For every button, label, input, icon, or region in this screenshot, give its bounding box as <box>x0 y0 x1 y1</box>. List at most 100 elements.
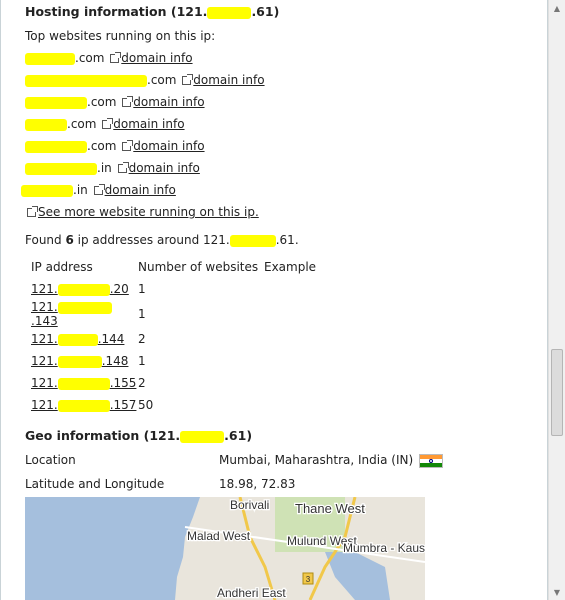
ip-link[interactable]: 121. .20 <box>31 282 129 296</box>
site-row: .in domain info <box>25 161 200 175</box>
ip-link[interactable]: 121. .144 <box>31 332 124 346</box>
redacted-highlight <box>25 140 87 153</box>
map-sea <box>25 497 200 600</box>
domain-info-link[interactable]: domain info <box>105 183 176 197</box>
redacted-highlight <box>207 6 252 19</box>
domain-info-link[interactable]: domain info <box>133 139 204 153</box>
domain-info-link[interactable]: domain info <box>113 117 184 131</box>
map-label-andheri-east: Andheri East <box>217 586 286 600</box>
domain-info-link[interactable]: domain info <box>129 161 200 175</box>
ip-link[interactable]: 121. .157 <box>31 398 136 412</box>
site-tld: .com <box>67 117 97 131</box>
map-canvas: 3 Borivali Thane West Malad West Mulund … <box>25 497 425 600</box>
redacted-highlight <box>180 430 225 443</box>
site-row: .com domain info <box>25 139 205 153</box>
hosting-title-suffix: .61) <box>251 4 280 19</box>
ip-start: 121. <box>31 354 58 368</box>
redacted-highlight <box>57 355 102 368</box>
ip-start: 121. <box>31 376 58 390</box>
site-count: 1 <box>138 354 146 368</box>
site-count: 1 <box>138 282 146 296</box>
external-link-icon[interactable] <box>117 162 129 173</box>
site-tld: .com <box>87 139 117 153</box>
map-label-malad-west: Malad West <box>187 529 251 543</box>
latlon-value: 18.98, 72.83 <box>219 477 296 491</box>
found-count: 6 <box>65 233 74 247</box>
ip-start: 121. <box>31 282 58 296</box>
site-row: .com domain info <box>25 73 265 87</box>
india-flag-icon <box>419 453 444 468</box>
external-link-icon[interactable] <box>93 184 105 195</box>
ip-link[interactable]: 121..143 <box>31 300 112 328</box>
external-link-icon[interactable] <box>110 52 122 63</box>
location-label: Location <box>25 453 76 467</box>
map-label-thane-west: Thane West <box>295 501 365 516</box>
site-row: .in domain info <box>21 183 176 197</box>
site-tld: .in <box>97 161 112 175</box>
redacted-highlight <box>25 74 147 87</box>
site-tld: .com <box>147 73 177 87</box>
vertical-scrollbar[interactable]: ▲ ▼ <box>548 0 565 600</box>
ip-end: .20 <box>109 282 129 296</box>
ip-end: .144 <box>97 332 125 346</box>
site-row: .com domain info <box>25 117 185 131</box>
scroll-up-icon[interactable]: ▲ <box>552 4 562 14</box>
external-link-icon[interactable] <box>122 96 134 107</box>
site-count: 2 <box>138 376 146 390</box>
table-header-row: IP address Number of websites Example <box>31 256 316 278</box>
ip-link[interactable]: 121. .148 <box>31 354 128 368</box>
ip-table: IP address Number of websites Example 12… <box>31 256 316 416</box>
site-row: .com domain info <box>25 95 205 109</box>
external-link-icon[interactable] <box>27 206 38 217</box>
site-row: .com domain info <box>25 51 193 65</box>
geo-map[interactable]: 3 Borivali Thane West Malad West Mulund … <box>25 497 425 600</box>
scroll-down-icon[interactable]: ▼ <box>552 588 562 598</box>
scrollbar-thumb[interactable] <box>551 349 563 436</box>
redacted-highlight <box>229 234 276 247</box>
geo-title: Geo information (121. .61) <box>25 428 252 443</box>
ip-start: 121. <box>31 300 58 314</box>
table-row: 121. .20 1 <box>31 278 316 300</box>
geo-title-suffix: .61) <box>224 428 253 443</box>
see-more-row: See more website running on this ip. <box>25 205 259 219</box>
redacted-highlight <box>57 377 110 390</box>
redacted-highlight <box>25 118 67 131</box>
ip-start: 121. <box>31 398 58 412</box>
domain-info-link[interactable]: domain info <box>193 73 264 87</box>
table-row: 121. .157 50 <box>31 394 316 416</box>
column-header: IP address <box>31 260 93 274</box>
ip-end: .155 <box>109 376 137 390</box>
site-count: 2 <box>138 332 146 346</box>
domain-info-link[interactable]: domain info <box>133 95 204 109</box>
map-label-mumbra-kausa: Mumbra - Kausa <box>343 541 425 555</box>
found-summary: Found 6 ip addresses around 121. .61. <box>25 233 299 247</box>
hosting-title-prefix: Hosting information (121. <box>25 4 208 19</box>
redacted-highlight <box>25 162 97 175</box>
location-value: Mumbai, Maharashtra, India (IN) <box>219 453 444 468</box>
table-row: 121. .144 2 <box>31 328 316 350</box>
latlon-label: Latitude and Longitude <box>25 477 165 491</box>
geo-title-prefix: Geo information (121. <box>25 428 181 443</box>
column-header: Example <box>264 260 317 274</box>
redacted-highlight <box>57 399 110 412</box>
ip-start: 121. <box>31 332 58 346</box>
see-more-link[interactable]: See more website running on this ip. <box>38 205 259 219</box>
domain-info-link[interactable]: domain info <box>121 51 192 65</box>
external-link-icon[interactable] <box>182 74 194 85</box>
found-suffix: .61. <box>275 233 299 247</box>
redacted-highlight <box>57 301 112 314</box>
ip-link[interactable]: 121. .155 <box>31 376 136 390</box>
found-mid: ip addresses around 121. <box>73 233 230 247</box>
redacted-highlight <box>57 333 98 346</box>
external-link-icon[interactable] <box>102 118 114 129</box>
table-row: 121. .155 2 <box>31 372 316 394</box>
redacted-highlight <box>21 184 73 197</box>
site-tld: .in <box>73 183 88 197</box>
map-road-number: 3 <box>306 575 311 584</box>
external-link-icon[interactable] <box>122 140 134 151</box>
redacted-highlight <box>25 96 87 109</box>
ip-end: .157 <box>109 398 137 412</box>
site-count: 1 <box>138 307 146 321</box>
redacted-highlight <box>25 52 75 65</box>
site-tld: .com <box>87 95 117 109</box>
